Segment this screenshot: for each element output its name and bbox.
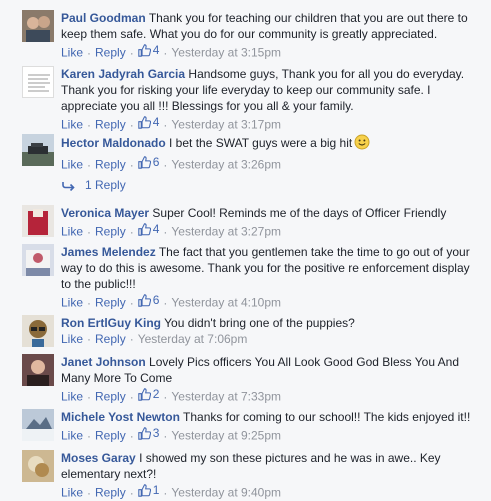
separator: ·: [129, 389, 134, 404]
avatar[interactable]: [22, 409, 54, 441]
separator: ·: [163, 157, 168, 172]
avatar[interactable]: [22, 205, 54, 237]
separator: ·: [129, 332, 134, 346]
separator: ·: [87, 428, 92, 443]
timestamp[interactable]: Yesterday at 9:25pm: [171, 429, 281, 443]
comment-author[interactable]: James Melendez: [61, 245, 156, 259]
reply-button[interactable]: Reply: [95, 486, 126, 500]
like-button[interactable]: Like: [61, 118, 83, 132]
like-count[interactable]: 4: [137, 114, 159, 130]
separator: ·: [87, 157, 92, 172]
like-button[interactable]: Like: [61, 225, 83, 239]
like-button[interactable]: Like: [61, 486, 83, 500]
comment-author[interactable]: Karen Jadyrah Garcia: [61, 67, 185, 81]
reply-button[interactable]: Reply: [95, 158, 126, 172]
reply-button[interactable]: Reply: [95, 225, 126, 239]
comment-text: You didn't bring one of the puppies?: [164, 316, 355, 330]
thumbs-up-icon: [137, 43, 151, 57]
comment-author[interactable]: Janet Johnson: [61, 355, 146, 369]
like-count[interactable]: 6: [137, 292, 159, 308]
comment-text: Super Cool! Reminds me of the days of Of…: [152, 206, 447, 220]
thumbs-up-icon: [137, 155, 151, 169]
avatar[interactable]: [22, 134, 54, 166]
separator: ·: [163, 295, 168, 310]
reply-button[interactable]: Reply: [95, 429, 126, 443]
smiley-emoji-icon: [354, 134, 370, 154]
comment-thread: Paul Goodman Thank you for teaching our …: [0, 0, 491, 500]
timestamp[interactable]: Yesterday at 3:15pm: [171, 46, 281, 60]
reply-button[interactable]: Reply: [95, 332, 126, 346]
timestamp[interactable]: Yesterday at 7:06pm: [138, 332, 248, 346]
reply-arrow-icon: [62, 182, 75, 191]
thumbs-up-icon: [137, 387, 151, 401]
separator: ·: [87, 389, 92, 404]
separator: ·: [163, 428, 168, 443]
separator: ·: [163, 45, 168, 60]
like-count[interactable]: 6: [137, 154, 159, 170]
separator: ·: [87, 295, 92, 310]
avatar[interactable]: [22, 66, 54, 98]
separator: ·: [163, 224, 168, 239]
separator: ·: [129, 428, 134, 443]
separator: ·: [129, 224, 134, 239]
view-replies-label[interactable]: 1 Reply: [85, 177, 126, 193]
avatar[interactable]: [22, 10, 54, 42]
thumbs-up-icon: [137, 222, 151, 236]
reply-button[interactable]: Reply: [95, 118, 126, 132]
separator: ·: [87, 45, 92, 60]
like-button[interactable]: Like: [61, 332, 83, 346]
separator: ·: [87, 117, 92, 132]
comment-text: I bet the SWAT guys were a big hit: [169, 136, 353, 150]
separator: ·: [87, 485, 92, 500]
like-button[interactable]: Like: [61, 296, 83, 310]
thumbs-up-icon: [137, 293, 151, 307]
comment-author[interactable]: Hector Maldonado: [61, 136, 166, 150]
avatar[interactable]: [22, 354, 54, 386]
like-count[interactable]: 4: [137, 42, 159, 58]
timestamp[interactable]: Yesterday at 3:26pm: [171, 158, 281, 172]
separator: ·: [163, 485, 168, 500]
separator: ·: [129, 295, 134, 310]
thumbs-up-icon: [137, 115, 151, 129]
like-button[interactable]: Like: [61, 390, 83, 404]
avatar[interactable]: [22, 450, 54, 482]
separator: ·: [129, 117, 134, 132]
comment-author[interactable]: Veronica Mayer: [61, 206, 149, 220]
thumbs-up-icon: [137, 483, 151, 497]
separator: ·: [87, 224, 92, 239]
like-button[interactable]: Like: [61, 46, 83, 60]
timestamp[interactable]: Yesterday at 9:40pm: [171, 486, 281, 500]
separator: ·: [129, 45, 134, 60]
like-count[interactable]: 2: [137, 386, 159, 402]
comment-author[interactable]: Paul Goodman: [61, 11, 146, 25]
like-button[interactable]: Like: [61, 158, 83, 172]
comment-author[interactable]: Michele Yost Newton: [61, 410, 180, 424]
separator: ·: [129, 157, 134, 172]
comment-author[interactable]: Ron ErtlGuy King: [61, 316, 161, 330]
reply-button[interactable]: Reply: [95, 390, 126, 404]
separator: ·: [129, 485, 134, 500]
separator: ·: [163, 389, 168, 404]
timestamp[interactable]: Yesterday at 3:27pm: [171, 225, 281, 239]
like-button[interactable]: Like: [61, 429, 83, 443]
like-count[interactable]: 4: [137, 221, 159, 237]
comment-author[interactable]: Moses Garay: [61, 451, 136, 465]
avatar[interactable]: [22, 315, 54, 347]
timestamp[interactable]: Yesterday at 3:17pm: [171, 118, 281, 132]
avatar[interactable]: [22, 244, 54, 276]
thumbs-up-icon: [137, 426, 151, 440]
like-count[interactable]: 1: [137, 482, 159, 498]
reply-button[interactable]: Reply: [95, 296, 126, 310]
like-count[interactable]: 3: [137, 425, 159, 441]
separator: ·: [87, 332, 92, 346]
timestamp[interactable]: Yesterday at 7:33pm: [171, 390, 281, 404]
reply-button[interactable]: Reply: [95, 46, 126, 60]
comment-text: Thanks for coming to our school!! The ki…: [183, 410, 471, 424]
timestamp[interactable]: Yesterday at 4:10pm: [171, 296, 281, 310]
view-replies-link[interactable]: 1 Reply: [62, 177, 126, 193]
separator: ·: [163, 117, 168, 132]
